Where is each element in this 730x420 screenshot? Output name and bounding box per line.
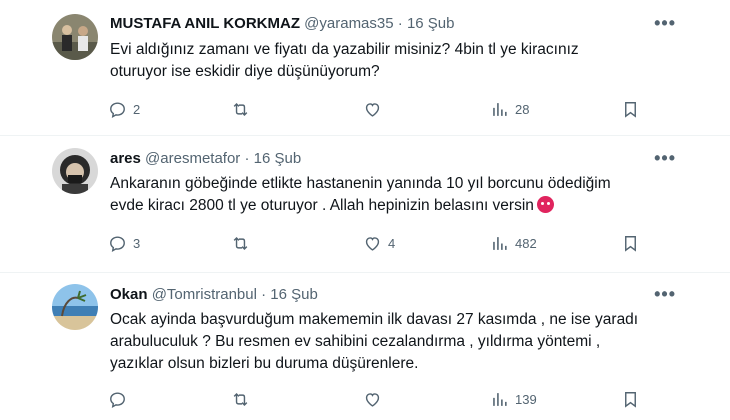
like-button[interactable]: 4 [363,232,395,254]
tweet-date[interactable]: 16 Şub [270,286,318,303]
tweet-text-line: evde kiracı 2800 tl ye oturuyor . Allah … [110,195,680,217]
tweet-text-line: Ocak ayinda başvurduğum makememin ilk da… [110,311,639,328]
separator: · [397,15,403,32]
like-button[interactable] [363,98,388,120]
separator: · [261,286,267,303]
reply-icon [110,391,125,408]
views-count: 28 [515,101,530,117]
retweet-icon [233,392,248,406]
more-options-icon[interactable]: ••• [654,148,676,169]
user-handle[interactable]: @yaramas35 [304,15,393,32]
more-options-icon[interactable]: ••• [654,284,676,305]
views-icon [493,392,507,406]
tweet-1[interactable]: MUSTAFA ANIL KORKMAZ @yaramas35 · 16 Şub… [0,0,730,135]
views-count: 139 [515,391,537,407]
retweet-icon [233,236,248,250]
tweet-text-line: Ankaranın göbeğinde etlikte hastanenin y… [110,175,611,192]
tweet-text-line: arabuluculuk ? Bu resmen ev sahibini cez… [110,333,601,350]
user-name[interactable]: Okan [110,286,148,303]
retweet-icon [233,102,248,116]
angry-face-emoji [536,196,554,213]
tweet-text-line: Evi aldığınız zamanı ve fiyatı da yazabi… [110,41,579,58]
user-name[interactable]: ares [110,150,141,167]
retweet-button[interactable] [231,98,256,120]
reply-count: 3 [133,235,141,251]
tweet-text-segment: evde kiracı 2800 tl ye oturuyor . Allah … [110,197,534,214]
tweet-text: Ankaranın göbeğinde etlikte hastanenin y… [110,173,680,217]
heart-icon [365,102,380,117]
avatar[interactable] [52,284,98,330]
views-button[interactable]: 482 [490,232,537,254]
bookmark-icon [625,235,636,252]
tweet-header: ares @aresmetafor · 16 Şub [110,150,301,167]
reply-button[interactable]: 2 [108,98,140,120]
views-button[interactable]: 28 [490,98,529,120]
user-handle[interactable]: @Tomristranbul [152,286,257,303]
tweet-actions: 3 4 482 [108,232,648,254]
views-icon [493,102,507,116]
avatar[interactable] [52,14,98,60]
like-button[interactable] [363,388,388,410]
reply-icon [110,235,125,252]
tweet-actions: 2 28 [108,98,648,120]
reply-button[interactable]: 3 [108,232,140,254]
bookmark-button[interactable] [621,98,640,120]
views-count: 482 [515,235,537,251]
like-count: 4 [388,235,396,251]
tweet-text-line: oturuyor ise eskidir diye düşünüyorum? [110,63,380,80]
tweet-text: Ocak ayinda başvurduğum makememin ilk da… [110,309,680,375]
retweet-button[interactable] [231,232,256,254]
tweet-text: Evi aldığınız zamanı ve fiyatı da yazabi… [110,39,680,83]
tweet-header: Okan @Tomristranbul · 16 Şub [110,286,318,303]
avatar[interactable] [52,148,98,194]
tweet-2[interactable]: ares @aresmetafor · 16 Şub ••• Ankaranın… [0,136,730,272]
views-button[interactable]: 139 [490,388,537,410]
reply-icon [110,101,125,118]
tweet-date[interactable]: 16 Şub [407,15,455,32]
views-icon [493,236,507,250]
more-options-icon[interactable]: ••• [654,13,676,34]
separator: · [244,150,250,167]
tweet-3[interactable]: Okan @Tomristranbul · 16 Şub ••• Ocak ay… [0,273,730,420]
reply-count: 2 [133,101,141,117]
bookmark-icon [625,391,636,408]
bookmark-button[interactable] [621,232,640,254]
bookmark-button[interactable] [621,388,640,410]
heart-icon [365,392,380,407]
tweet-date[interactable]: 16 Şub [254,150,302,167]
heart-icon [365,236,380,251]
tweet-text-line: yazıklar olsun bizleri bu duruma düşüren… [110,355,419,372]
tweet-actions: 139 [108,388,648,410]
bookmark-icon [625,101,636,118]
user-handle[interactable]: @aresmetafor [145,150,240,167]
retweet-button[interactable] [231,388,256,410]
tweet-header: MUSTAFA ANIL KORKMAZ @yaramas35 · 16 Şub [110,15,454,32]
reply-button[interactable] [108,388,133,410]
user-name[interactable]: MUSTAFA ANIL KORKMAZ [110,15,300,32]
